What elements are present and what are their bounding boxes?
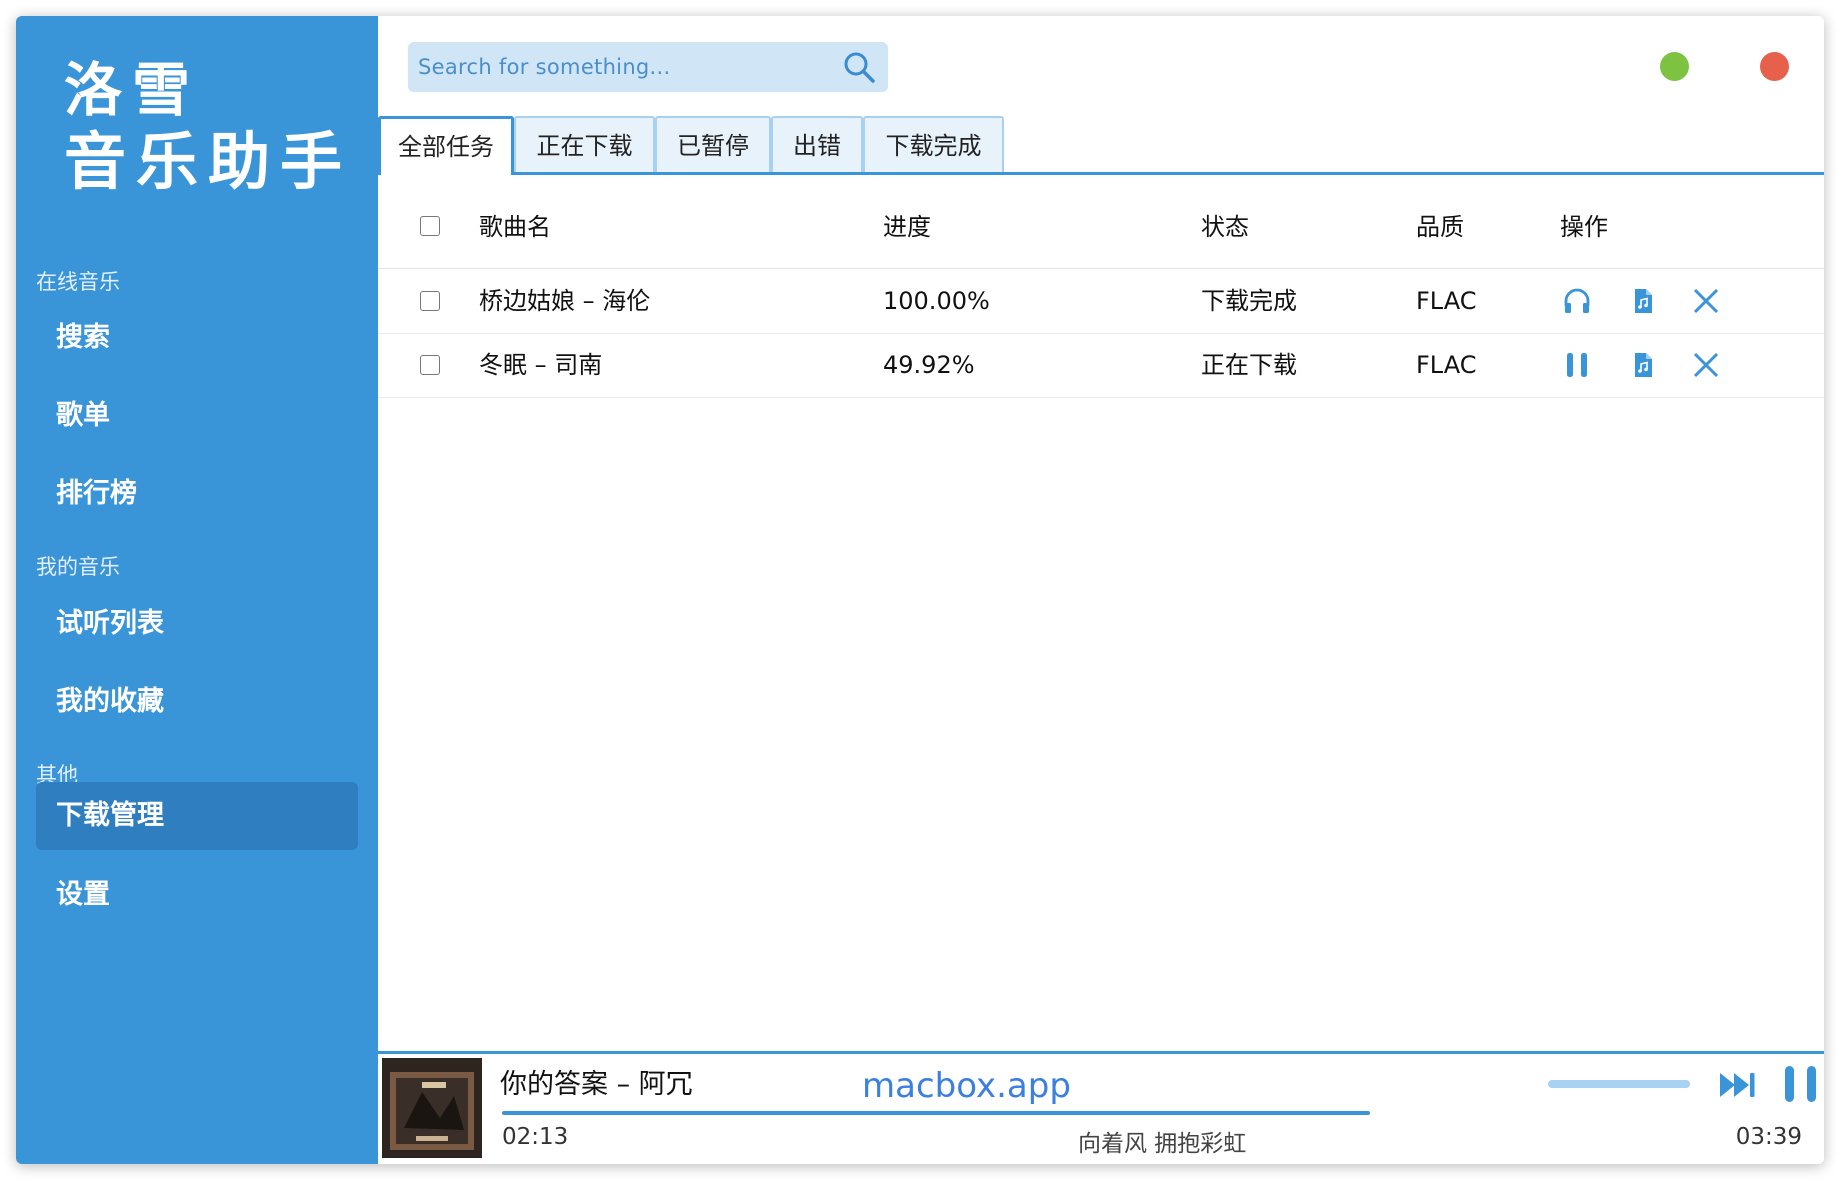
tab-label: 已暂停 xyxy=(677,132,749,160)
tab-errors[interactable]: 出错 xyxy=(771,116,863,172)
player-bar: 你的答案 – 阿冗 macbox.app 02:13 向着风 拥抱彩虹 03:3… xyxy=(378,1051,1824,1164)
sidebar-item-label: 我的收藏 xyxy=(56,686,164,717)
close-window-button[interactable] xyxy=(1760,52,1789,81)
select-all-checkbox[interactable] xyxy=(420,216,440,236)
download-status: 下载完成 xyxy=(1201,287,1297,315)
row-checkbox[interactable] xyxy=(420,291,440,311)
download-progress: 100.00% xyxy=(883,287,990,315)
logo-line-1: 洛雪 xyxy=(64,56,201,124)
task-tabs: 全部任务 正在下载 已暂停 出错 下载完成 xyxy=(378,116,1824,175)
quality: FLAC xyxy=(1416,351,1477,379)
album-cover[interactable] xyxy=(382,1058,482,1158)
sidebar-item-label: 歌单 xyxy=(56,400,110,431)
column-header-status: 状态 xyxy=(1201,213,1249,241)
sidebar-item-listen-list[interactable]: 试听列表 xyxy=(36,590,358,658)
delete-task-close-icon[interactable] xyxy=(1691,286,1721,316)
sidebar-item-downloads[interactable]: 下载管理 xyxy=(36,782,358,850)
current-time: 02:13 xyxy=(502,1124,569,1150)
group-label-my-music: 我的音乐 xyxy=(36,555,120,579)
table-row: 桥边姑娘 – 海伦 100.00% 下载完成 FLAC xyxy=(378,269,1824,334)
song-name: 桥边姑娘 – 海伦 xyxy=(479,287,651,315)
main-panel: Search for something... 全部任务 正在下载 已暂停 出错 xyxy=(378,16,1824,1164)
minimize-button[interactable] xyxy=(1660,52,1689,81)
quality: FLAC xyxy=(1416,287,1477,315)
table-row: 冬眠 – 司南 49.92% 正在下载 FLAC xyxy=(378,333,1824,398)
group-label-online: 在线音乐 xyxy=(36,270,120,294)
headphones-icon[interactable] xyxy=(1562,286,1592,316)
sidebar-item-charts[interactable]: 排行榜 xyxy=(36,460,358,528)
column-header-quality: 品质 xyxy=(1416,213,1464,241)
tab-paused[interactable]: 已暂停 xyxy=(655,116,771,172)
tab-label: 全部任务 xyxy=(398,133,494,161)
column-header-actions: 操作 xyxy=(1560,213,1608,241)
pause-icon[interactable] xyxy=(1562,350,1592,380)
column-header-name: 歌曲名 xyxy=(479,213,551,241)
column-header-progress: 进度 xyxy=(883,213,931,241)
pause-icon[interactable] xyxy=(1782,1064,1820,1104)
search-icon[interactable] xyxy=(842,50,876,84)
search-box[interactable]: Search for something... xyxy=(408,42,888,92)
sidebar-item-label: 设置 xyxy=(56,879,110,910)
song-name: 冬眠 – 司南 xyxy=(479,351,603,379)
now-playing-title: 你的答案 – 阿冗 xyxy=(500,1069,693,1100)
next-track-icon[interactable] xyxy=(1718,1068,1758,1102)
tab-label: 正在下载 xyxy=(536,132,633,160)
playback-progress-track[interactable] xyxy=(502,1111,1824,1115)
sidebar-item-favorites[interactable]: 我的收藏 xyxy=(36,668,358,736)
album-art-image xyxy=(382,1058,482,1158)
sidebar-item-playlists[interactable]: 歌单 xyxy=(36,382,358,450)
music-file-icon[interactable] xyxy=(1628,286,1658,316)
download-progress: 49.92% xyxy=(883,351,975,379)
search-input[interactable]: Search for something... xyxy=(418,42,670,92)
tab-downloading[interactable]: 正在下载 xyxy=(514,116,655,172)
tab-all-tasks[interactable]: 全部任务 xyxy=(378,116,514,175)
tab-label: 出错 xyxy=(793,132,841,160)
sidebar-item-search[interactable]: 搜索 xyxy=(36,304,358,372)
tab-completed[interactable]: 下载完成 xyxy=(863,116,1004,172)
total-time: 03:39 xyxy=(1735,1124,1802,1150)
sidebar-item-settings[interactable]: 设置 xyxy=(36,861,358,929)
logo-line-2: 音乐助手 xyxy=(64,125,353,198)
app-logo: 洛雪 音乐助手 xyxy=(64,54,364,198)
delete-task-close-icon[interactable] xyxy=(1691,350,1721,380)
table-header: 歌曲名 进度 状态 品质 操作 xyxy=(378,186,1824,269)
volume-slider[interactable] xyxy=(1548,1080,1690,1088)
music-file-icon[interactable] xyxy=(1628,350,1658,380)
tab-label: 下载完成 xyxy=(885,132,982,160)
row-checkbox[interactable] xyxy=(420,355,440,375)
sidebar-item-label: 搜索 xyxy=(56,322,110,353)
watermark: macbox.app xyxy=(862,1066,1071,1106)
playback-progress-fill xyxy=(502,1111,1370,1115)
sidebar: 洛雪 音乐助手 在线音乐 搜索 歌单 排行榜 我的音乐 试听列表 我的收藏 其他… xyxy=(16,16,378,1164)
app-window: 洛雪 音乐助手 在线音乐 搜索 歌单 排行榜 我的音乐 试听列表 我的收藏 其他… xyxy=(16,16,1824,1164)
sidebar-item-label: 排行榜 xyxy=(56,478,137,509)
download-status: 正在下载 xyxy=(1201,351,1297,379)
lyric-line: 向着风 拥抱彩虹 xyxy=(1078,1131,1247,1157)
sidebar-item-label: 下载管理 xyxy=(56,800,164,831)
sidebar-item-label: 试听列表 xyxy=(56,608,164,639)
